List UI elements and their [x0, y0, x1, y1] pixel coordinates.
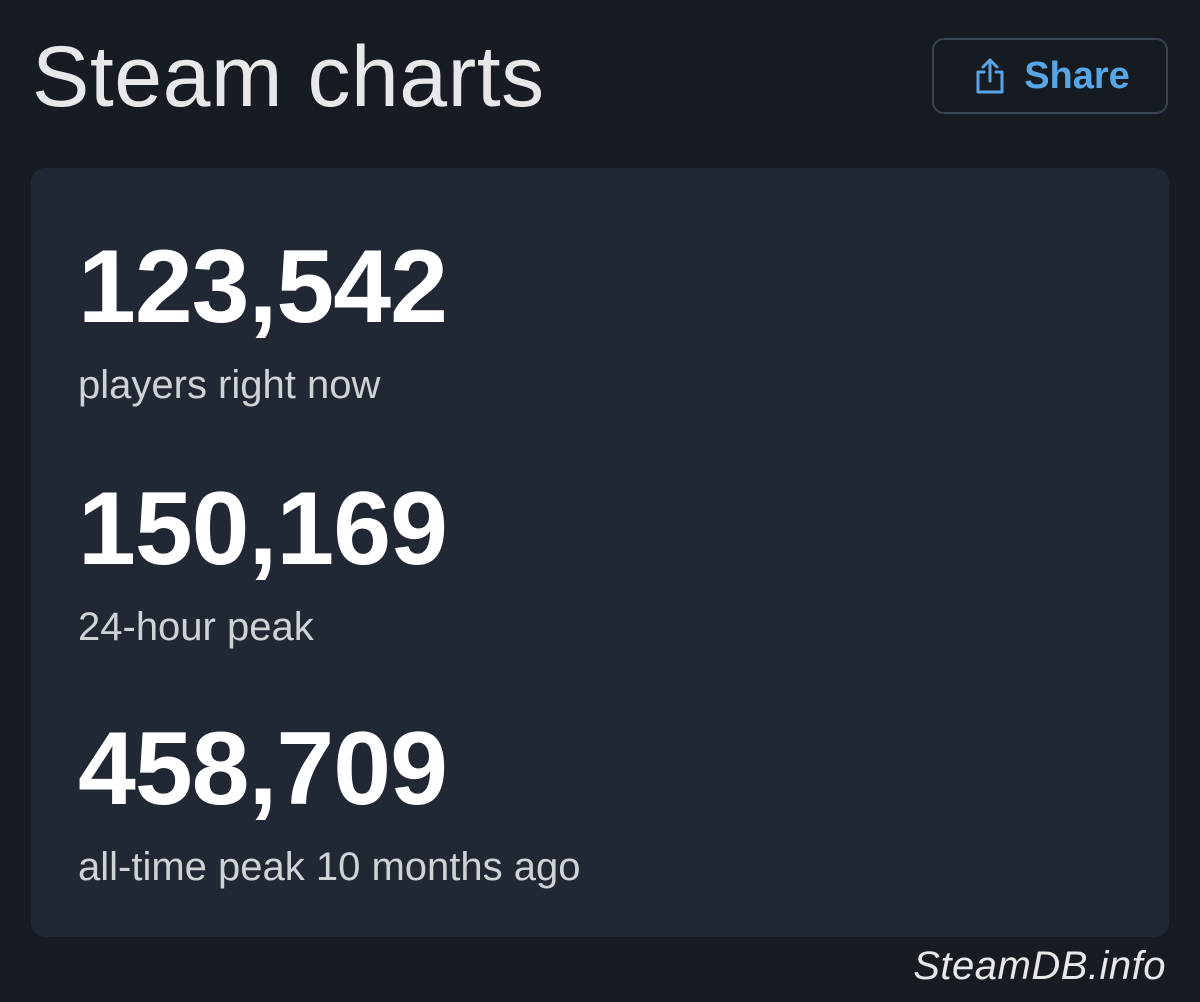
stat-label: 24-hour peak [78, 605, 314, 649]
header: Steam charts Share [32, 26, 1168, 136]
watermark: SteamDB.info [913, 944, 1166, 988]
stat-value: 458,709 [78, 711, 448, 827]
stat-24h-peak: 150,169 24-hour peak [78, 471, 448, 649]
stat-current-players: 123,542 players right now [78, 229, 448, 407]
stat-label: all-time peak 10 months ago [78, 845, 581, 889]
stat-label: players right now [78, 363, 381, 407]
page: Steam charts Share 123,542 players right… [0, 0, 1200, 1002]
stat-value: 123,542 [78, 229, 448, 345]
stat-value: 150,169 [78, 471, 448, 587]
share-button[interactable]: Share [932, 38, 1168, 114]
share-icon [970, 56, 1010, 96]
page-title: Steam charts [32, 29, 545, 125]
share-label: Share [1024, 55, 1130, 97]
stats-card: 123,542 players right now 150,169 24-hou… [31, 168, 1169, 937]
stat-all-time-peak: 458,709 all-time peak 10 months ago [78, 717, 581, 887]
